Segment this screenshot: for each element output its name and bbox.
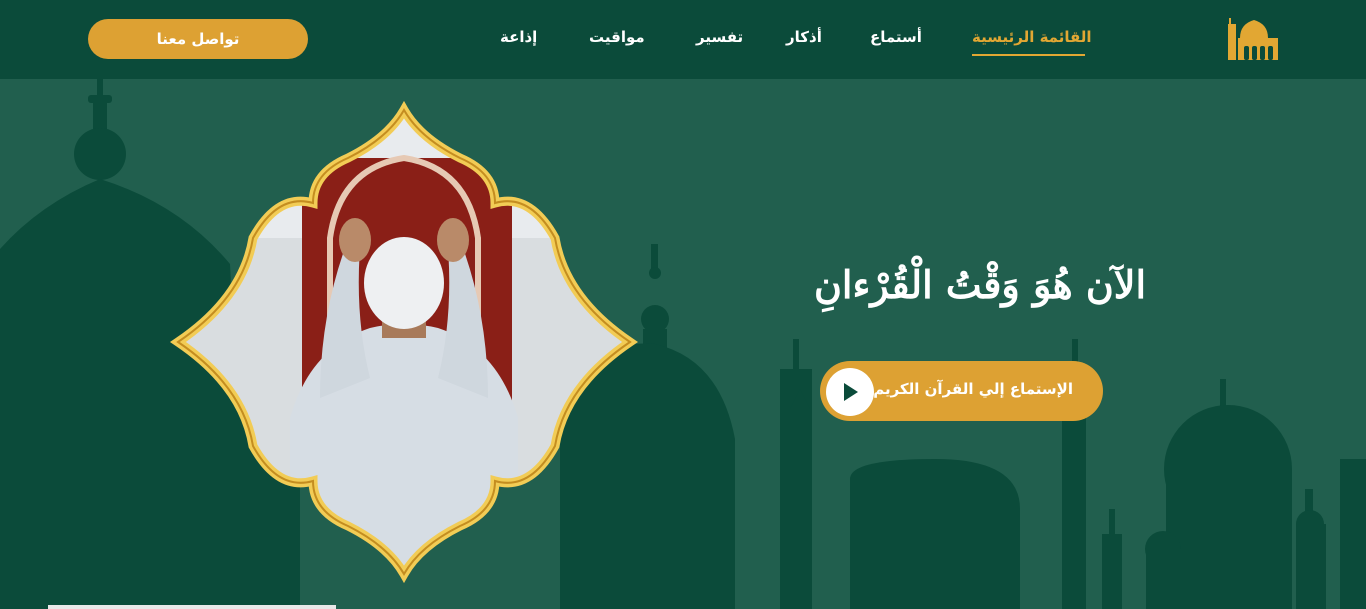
nav-item-listen[interactable]: أستماع: [870, 28, 922, 46]
listen-quran-button[interactable]: الإستماع إلي القرآن الكريم: [820, 361, 1103, 421]
nav-item-tafsir[interactable]: تفسير: [696, 28, 743, 46]
hero-image-frame: [169, 100, 639, 584]
contact-us-button[interactable]: تواصل معنا: [88, 19, 308, 59]
play-button-circle[interactable]: [826, 368, 874, 416]
bottom-progress-strip: [48, 605, 336, 609]
play-icon: [844, 383, 858, 401]
nav-item-radio[interactable]: إذاعة: [500, 28, 537, 46]
mosque-icon[interactable]: [1226, 16, 1280, 60]
nav-item-home[interactable]: القائمة الرئيسية: [972, 28, 1092, 46]
nav-item-adhkar[interactable]: أذكار: [786, 28, 822, 46]
listen-button-label: الإستماع إلي القرآن الكريم: [873, 380, 1073, 398]
active-nav-underline: [972, 54, 1085, 56]
nav-item-prayer-times[interactable]: مواقيت: [589, 28, 645, 46]
hero-title: الآن هُوَ وَقْتُ الْقُرْءانِ: [814, 262, 1146, 307]
top-navbar: القائمة الرئيسية أستماع أذكار تفسير مواق…: [0, 0, 1366, 79]
